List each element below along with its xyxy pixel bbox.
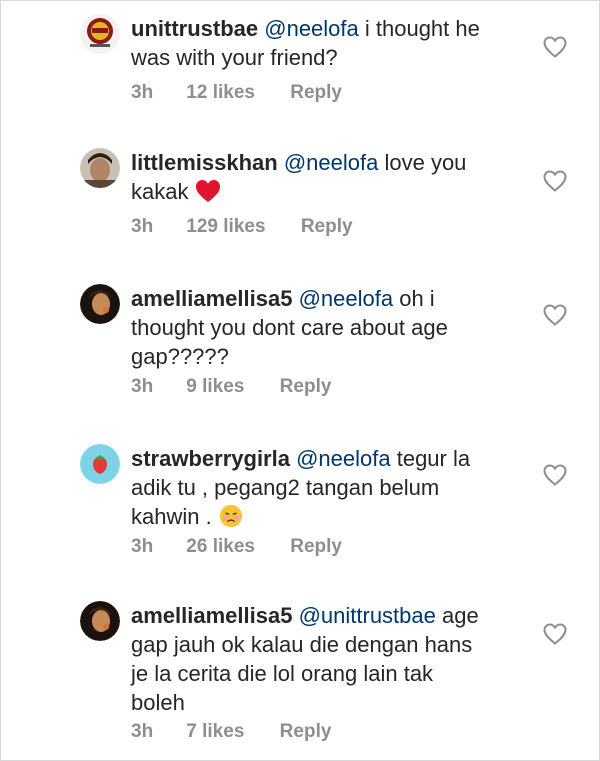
comment-text: amelliamellisa5 @unittrustbae age gap ja… bbox=[131, 601, 531, 717]
comment-text-line: gap????? bbox=[131, 344, 229, 369]
likes-count[interactable]: 12 likes bbox=[186, 82, 255, 104]
comment-text: amelliamellisa5 @neelofa oh i thought yo… bbox=[131, 284, 531, 371]
comment-text: littlemisskhan @neelofa love you kakak bbox=[131, 148, 531, 206]
like-heart-icon[interactable] bbox=[543, 623, 567, 645]
reply-button[interactable]: Reply bbox=[301, 216, 353, 238]
timestamp: 3h bbox=[131, 376, 154, 397]
comment-text-line: kahwin . bbox=[131, 504, 218, 529]
likes-count[interactable]: 26 likes bbox=[186, 536, 255, 558]
username[interactable]: amelliamellisa5 bbox=[131, 286, 292, 311]
like-heart-icon[interactable] bbox=[543, 304, 567, 326]
comment-text-line: je la cerita die lol orang lain tak bbox=[131, 661, 434, 686]
mention-link[interactable]: @neelofa bbox=[264, 16, 359, 41]
username[interactable]: amelliamellisa5 bbox=[131, 603, 292, 628]
reply-button[interactable]: Reply bbox=[290, 536, 342, 558]
mention-link[interactable]: @neelofa bbox=[296, 446, 391, 471]
username[interactable]: unittrustbae bbox=[131, 16, 258, 41]
username[interactable]: littlemisskhan bbox=[131, 150, 278, 175]
timestamp: 3h bbox=[131, 82, 154, 103]
comment-meta: 3h 12 likes Reply bbox=[131, 82, 342, 104]
mention-link[interactable]: @neelofa bbox=[299, 286, 394, 311]
comment-text: unittrustbae @neelofa i thought he was w… bbox=[131, 14, 531, 72]
timestamp: 3h bbox=[131, 216, 154, 237]
comment-text-line: thought you dont care about age bbox=[131, 315, 448, 340]
likes-count[interactable]: 9 likes bbox=[186, 376, 244, 398]
persevering-face-emoji-icon bbox=[219, 504, 242, 528]
reply-button[interactable]: Reply bbox=[290, 82, 342, 104]
comment-text-line: gap jauh ok kalau die dengan hans bbox=[131, 632, 473, 657]
comment-meta: 3h 9 likes Reply bbox=[131, 376, 331, 398]
reply-button[interactable]: Reply bbox=[280, 721, 332, 743]
like-heart-icon[interactable] bbox=[543, 36, 567, 58]
avatar-amelliamellisa5[interactable] bbox=[80, 601, 120, 641]
red-heart-emoji-icon bbox=[195, 180, 220, 202]
username[interactable]: strawberrygirla bbox=[131, 446, 290, 471]
avatar-littlemisskhan[interactable] bbox=[80, 148, 120, 188]
comment-text-line: boleh bbox=[131, 690, 185, 715]
comment-text-line: oh i bbox=[393, 286, 435, 311]
avatar-amelliamellisa5[interactable] bbox=[80, 284, 120, 324]
comment-meta: 3h 26 likes Reply bbox=[131, 536, 342, 558]
comment-text-line: love you bbox=[378, 150, 467, 175]
reply-button[interactable]: Reply bbox=[280, 376, 332, 398]
avatar-unittrustbae[interactable] bbox=[80, 14, 120, 54]
avatar-strawberrygirla[interactable] bbox=[80, 444, 120, 484]
comment-text-line: i thought he bbox=[358, 16, 480, 41]
comment-meta: 3h 7 likes Reply bbox=[131, 721, 331, 743]
comment-text-line: age bbox=[435, 603, 479, 628]
timestamp: 3h bbox=[131, 536, 154, 557]
like-heart-icon[interactable] bbox=[543, 464, 567, 486]
comment-text-line: tegur la bbox=[390, 446, 471, 471]
timestamp: 3h bbox=[131, 721, 154, 742]
comment-text-line: kakak bbox=[131, 179, 195, 204]
comment-meta: 3h 129 likes Reply bbox=[131, 216, 353, 238]
mention-link[interactable]: @neelofa bbox=[284, 150, 379, 175]
comment-text-line: adik tu , pegang2 tangan belum bbox=[131, 475, 440, 500]
likes-count[interactable]: 7 likes bbox=[186, 721, 244, 743]
mention-link[interactable]: @unittrustbae bbox=[299, 603, 436, 628]
likes-count[interactable]: 129 likes bbox=[186, 216, 265, 238]
like-heart-icon[interactable] bbox=[543, 170, 567, 192]
comment-text: strawberrygirla @neelofa tegur la adik t… bbox=[131, 444, 531, 531]
comment-text-line: was with your friend? bbox=[131, 45, 338, 70]
